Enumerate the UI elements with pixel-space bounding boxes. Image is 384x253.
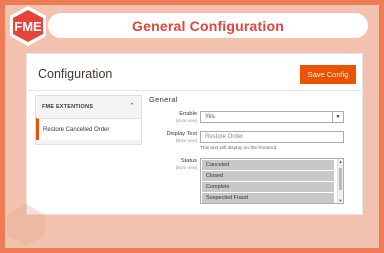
enable-scope: [store view] [175,118,197,123]
scroll-up-icon[interactable]: ▲ [338,159,343,164]
display-text-placeholder: Restore Order [205,134,244,140]
fme-logo-icon: FME [10,6,46,46]
config-panel: Configuration Save Config FME EXTENTIONS… [26,53,363,215]
status-label-group: Status [store view] [137,158,197,170]
sidebar-section-header[interactable]: FME EXTENTIONS ⌃ [36,96,141,118]
scroll-down-icon[interactable]: ▼ [338,198,343,203]
page-title: Configuration [38,67,113,81]
enable-label-group: Enable [store view] [137,111,197,123]
enable-value: Yes [205,114,215,120]
status-option-complete[interactable]: Complete [202,182,334,192]
scroll-thumb[interactable] [339,168,342,190]
config-sidebar: FME EXTENTIONS ⌃ Restore Cancelled Order [35,95,142,145]
status-option-canceled[interactable]: Canceled [202,160,334,170]
status-option-suspected-fraud[interactable]: Suspected Fraud [202,193,334,203]
status-multiselect[interactable]: Canceled Closed Complete Suspected Fraud… [200,158,344,204]
section-title: General [149,95,178,104]
display-text-label: Display Text [166,131,197,137]
chevron-up-icon[interactable]: ⌃ [129,102,135,110]
header-bar: General Configuration [48,13,368,38]
header-title: General Configuration [132,17,284,34]
status-scrollbar[interactable]: ▲ ▼ [337,159,343,203]
display-text-label-group: Display Text [store view] [137,131,197,143]
enable-label: Enable [179,111,197,117]
divider [27,90,362,91]
display-text-note: This text will display on the frontend. [200,146,278,151]
save-config-button[interactable]: Save Config [300,65,356,84]
sidebar-item-restore-cancelled-order[interactable]: Restore Cancelled Order [36,118,141,140]
fme-watermark-icon [7,204,45,246]
caret-down-icon: ▼ [332,112,343,122]
status-label: Status [180,158,197,164]
status-scope: [store view] [175,165,197,170]
status-option-closed[interactable]: Closed [202,171,334,181]
display-text-input[interactable]: Restore Order [200,131,344,143]
display-text-scope: [store view] [175,138,197,143]
enable-select[interactable]: Yes ▼ [200,111,344,123]
sidebar-item-label: Restore Cancelled Order [43,126,110,133]
sidebar-section-label: FME EXTENTIONS [42,104,94,110]
logo-letters: FME [14,19,42,34]
